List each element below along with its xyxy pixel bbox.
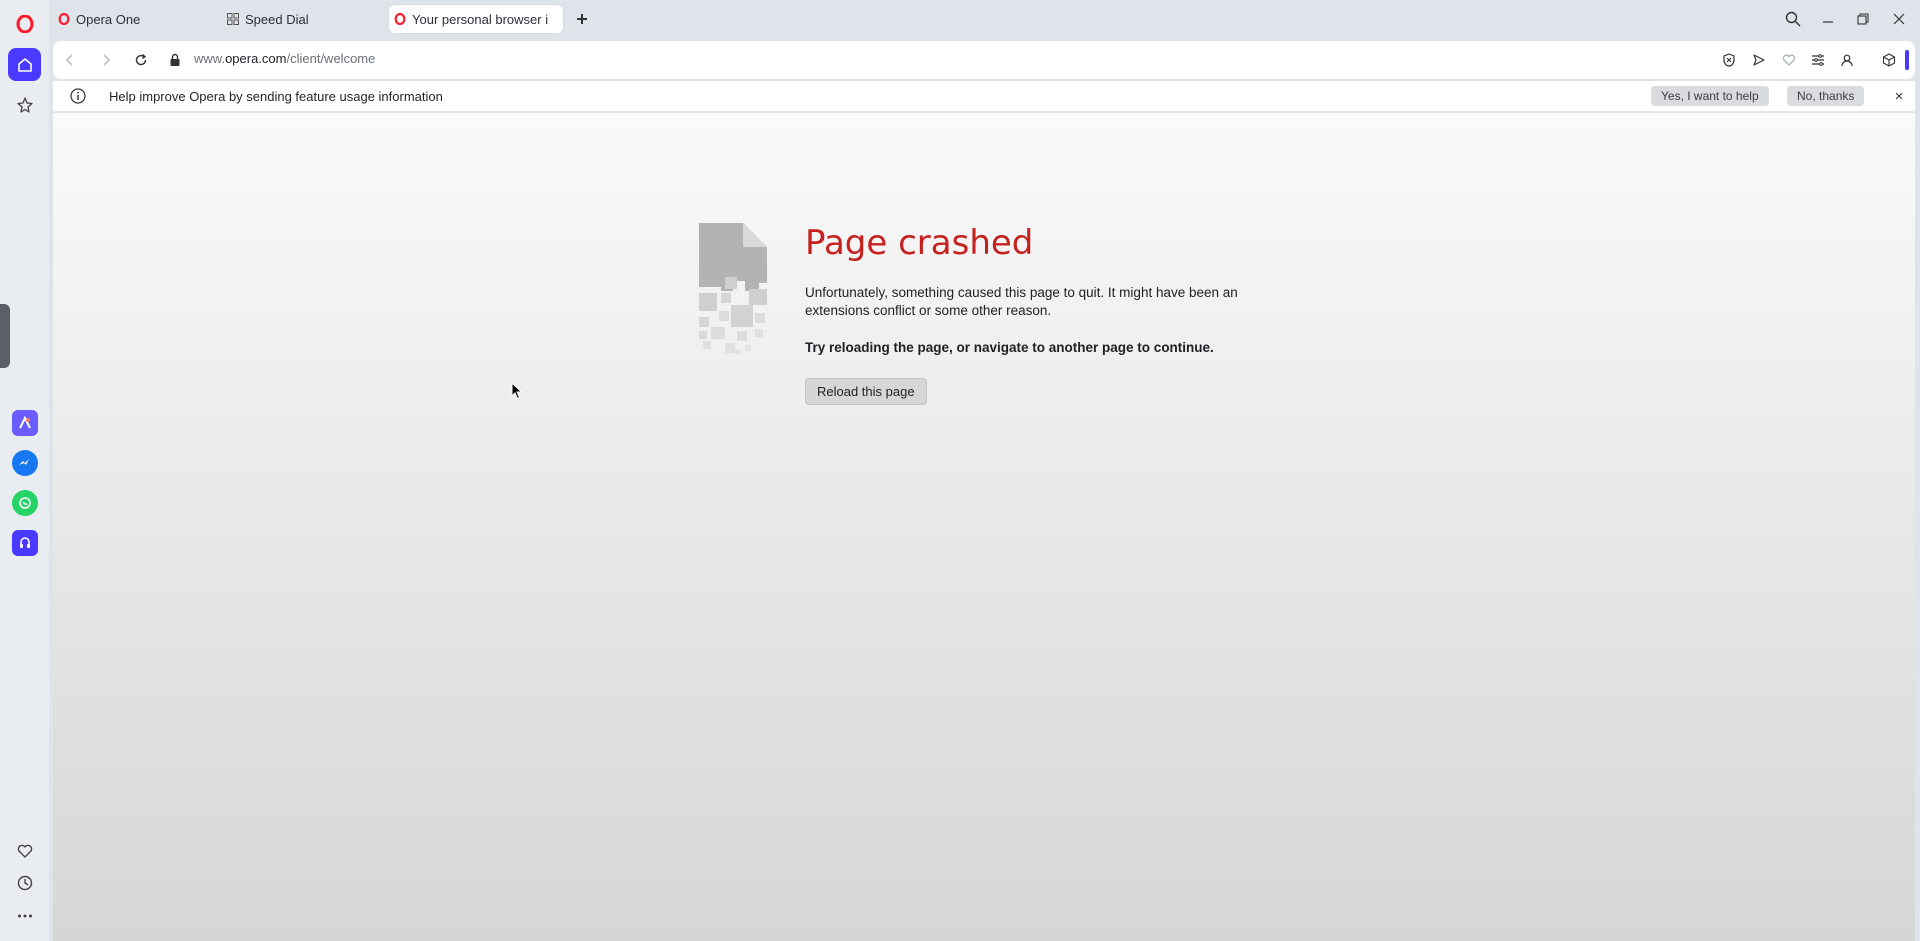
minimize-icon[interactable]	[1817, 8, 1839, 30]
info-icon	[70, 88, 86, 109]
history-clock-icon[interactable]	[8, 866, 41, 899]
mouse-cursor-icon	[511, 382, 523, 400]
pinboards-icon[interactable]	[8, 88, 41, 121]
aria-app-icon[interactable]	[12, 410, 38, 436]
tab-label: Opera One	[76, 11, 141, 27]
lock-icon[interactable]	[165, 50, 185, 70]
back-arrow-icon[interactable]	[60, 50, 80, 70]
opera-logo-icon	[394, 13, 406, 25]
send-share-icon[interactable]	[1749, 50, 1769, 70]
tab-opera-one[interactable]: Opera One	[56, 5, 216, 33]
url-path: /client/welcome	[286, 51, 376, 66]
close-window-icon[interactable]	[1888, 8, 1910, 30]
new-tab-plus-icon[interactable]	[573, 10, 591, 28]
profile-icon[interactable]	[1837, 50, 1857, 70]
info-bar: Help improve Opera by sending feature us…	[53, 81, 1915, 112]
page-content: Page crashed Unfortunately, something ca…	[53, 113, 1915, 941]
messenger-icon[interactable]	[12, 450, 38, 476]
add-to-favorites-heart-icon[interactable]	[1779, 50, 1799, 70]
whatsapp-icon[interactable]	[12, 490, 38, 516]
info-bar-message: Help improve Opera by sending feature us…	[109, 89, 443, 104]
easy-setup-sliders-icon[interactable]	[1808, 50, 1828, 70]
favorites-heart-icon[interactable]	[8, 834, 41, 867]
music-player-icon[interactable]	[12, 530, 38, 556]
tab-speed-dial[interactable]: Speed Dial	[225, 5, 415, 33]
speed-dial-icon	[227, 13, 239, 25]
tab-strip: Opera One Speed Dial Your personal brows…	[49, 0, 1920, 37]
crashed-page-icon	[699, 223, 767, 355]
no-thanks-button[interactable]: No, thanks	[1787, 86, 1865, 106]
reload-page-button[interactable]: Reload this page	[805, 378, 927, 405]
tab-label: Speed Dial	[245, 11, 309, 27]
more-options-icon[interactable]	[8, 899, 41, 932]
home-icon[interactable]	[8, 48, 41, 81]
sidebar-accent-bar	[1905, 50, 1909, 70]
restore-icon[interactable]	[1852, 8, 1874, 30]
page-crashed-title: Page crashed	[805, 223, 1034, 263]
opera-menu-icon[interactable]	[8, 7, 41, 40]
search-tabs-icon[interactable]	[1782, 8, 1804, 30]
crash-hint: Try reloading the page, or navigate to a…	[805, 340, 1214, 355]
address-bar: www.opera.com/client/welcome	[53, 41, 1915, 79]
close-infobar-icon[interactable]: ×	[1889, 86, 1909, 106]
url-field[interactable]: www.opera.com/client/welcome	[194, 51, 375, 66]
opera-logo-icon	[58, 13, 70, 25]
tab-welcome-active[interactable]: Your personal browser i	[389, 5, 563, 33]
reload-icon[interactable]	[131, 50, 151, 70]
sidebar	[0, 0, 49, 941]
url-host: opera.com	[225, 51, 287, 66]
extensions-cube-icon[interactable]	[1879, 50, 1899, 70]
url-prefix: www.	[194, 51, 226, 66]
adblocker-shield-icon[interactable]	[1719, 50, 1739, 70]
crash-description: Unfortunately, something caused this pag…	[805, 285, 1238, 318]
tab-label: Your personal browser i	[412, 11, 549, 27]
yes-help-button[interactable]: Yes, I want to help	[1651, 86, 1769, 106]
sidebar-toggle-handle[interactable]	[0, 304, 10, 368]
forward-arrow-icon[interactable]	[96, 50, 116, 70]
